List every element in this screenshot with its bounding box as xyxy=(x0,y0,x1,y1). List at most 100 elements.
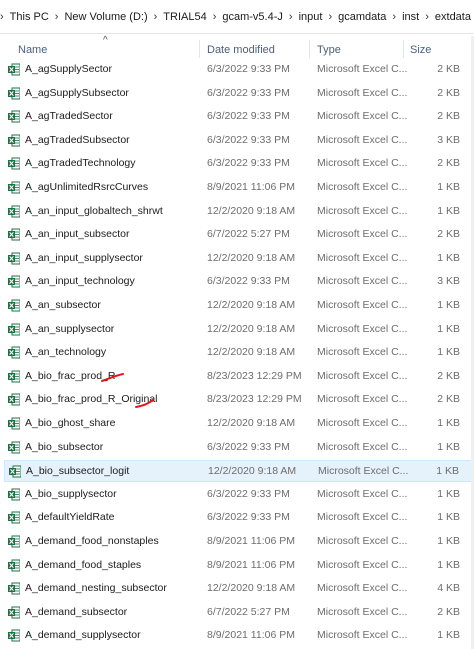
file-name[interactable]: A_agTradedSubsector xyxy=(25,134,130,146)
file-row[interactable]: A_demand_subsector 6/7/2022 5:27 PM Micros… xyxy=(4,602,472,624)
file-size: 2 KB xyxy=(437,369,460,382)
breadcrumb-item[interactable]: New Volume (D:) xyxy=(63,9,148,25)
file-type: Microsoft Excel C... xyxy=(317,535,408,547)
file-date-modified: 12/2/2020 9:18 AM xyxy=(208,465,297,478)
file-type: Microsoft Excel C... xyxy=(318,465,409,478)
chevron-right-icon[interactable]: › xyxy=(149,11,163,23)
file-name[interactable]: A_an_supplysector xyxy=(25,323,114,335)
file-name[interactable]: A_agTradedTechnology xyxy=(25,157,136,169)
red-annotation-mark xyxy=(101,373,124,382)
file-row[interactable]: A_demand_nesting_subsector 12/2/2020 9:18… xyxy=(4,578,472,600)
file-size: 1 KB xyxy=(437,487,460,500)
file-row[interactable]: A_bio_subsector_logit 12/2/2020 9:18 AM Mi… xyxy=(4,460,472,483)
file-size: 1 KB xyxy=(437,629,460,642)
excel-file-icon xyxy=(8,441,20,454)
chevron-right-icon[interactable]: › xyxy=(50,11,64,23)
column-divider[interactable] xyxy=(309,40,310,58)
file-row[interactable]: A_an_input_technology 6/3/2022 9:33 PM Mic… xyxy=(4,271,472,293)
breadcrumb-item[interactable]: gcam-v5.4-J xyxy=(221,9,284,25)
chevron-right-icon[interactable]: › xyxy=(323,11,337,23)
breadcrumb-item[interactable]: inst xyxy=(401,9,420,25)
file-name[interactable]: A_an_input_technology xyxy=(25,275,135,287)
file-row[interactable]: A_bio_frac_prod_R 8/23/2023 12:29 PM Micro… xyxy=(4,366,472,388)
file-date-modified: 6/3/2022 9:33 PM xyxy=(207,275,290,288)
file-date-modified: 8/9/2021 11:06 PM xyxy=(207,558,295,571)
chevron-right-icon[interactable]: › xyxy=(387,11,401,23)
file-row[interactable]: A_demand_food_staples 8/9/2021 11:06 PM Mi… xyxy=(4,555,472,577)
excel-file-icon xyxy=(8,346,20,359)
breadcrumb-item[interactable]: gcamdata xyxy=(337,9,387,25)
file-row[interactable]: A_demand_food_nonstaples 8/9/2021 11:06 P… xyxy=(4,531,472,553)
file-type: Microsoft Excel C... xyxy=(317,228,408,241)
breadcrumb-item[interactable]: This PC xyxy=(9,9,50,25)
file-name[interactable]: A_demand_supplysector xyxy=(25,629,141,641)
file-row[interactable]: A_agTradedSector 6/3/2022 9:33 PM Microsof… xyxy=(4,106,472,128)
file-row[interactable]: A_agTradedSubsector 6/3/2022 9:33 PM Micro… xyxy=(4,130,472,152)
file-row[interactable]: A_an_input_globaltech_shrwt 12/2/2020 9:1… xyxy=(4,201,472,223)
file-name[interactable]: A_demand_nesting_subsector xyxy=(25,582,167,594)
column-divider[interactable] xyxy=(199,40,200,58)
file-name[interactable]: A_bio_supplysector xyxy=(25,488,117,500)
file-date-modified: 12/2/2020 9:18 AM xyxy=(207,299,296,311)
file-name[interactable]: A_an_subsector xyxy=(25,299,101,311)
file-date-modified: 8/9/2021 11:06 PM xyxy=(207,535,295,547)
file-row[interactable]: A_an_subsector 12/2/2020 9:18 AM Microsoft… xyxy=(4,295,472,317)
file-date-modified: 12/2/2020 9:18 AM xyxy=(207,582,296,595)
file-name[interactable]: A_demand_food_nonstaples xyxy=(25,535,159,547)
excel-file-icon xyxy=(8,393,20,406)
file-date-modified: 8/9/2021 11:06 PM xyxy=(207,181,295,193)
file-name[interactable]: A_agSupplySubsector xyxy=(25,87,129,99)
file-size: 2 KB xyxy=(437,393,460,406)
file-row[interactable]: A_defaultYieldRate 6/3/2022 9:33 PM Micros… xyxy=(4,507,472,529)
column-divider[interactable] xyxy=(403,40,404,58)
file-date-modified: 6/7/2022 5:27 PM xyxy=(207,228,290,241)
file-name[interactable]: A_agTradedSector xyxy=(25,110,113,122)
file-name[interactable]: A_bio_subsector xyxy=(25,441,103,453)
file-date-modified: 6/3/2022 9:33 PM xyxy=(207,487,290,500)
excel-file-icon xyxy=(8,110,20,123)
chevron-right-icon[interactable]: › xyxy=(284,11,298,23)
file-size: 1 KB xyxy=(437,440,460,453)
file-type: Microsoft Excel C... xyxy=(317,275,408,288)
file-name[interactable]: A_an_input_subsector xyxy=(25,228,130,240)
chevron-right-icon[interactable]: › xyxy=(0,11,9,23)
file-size: 1 KB xyxy=(437,181,460,193)
file-date-modified: 12/2/2020 9:18 AM xyxy=(207,322,296,335)
file-row[interactable]: A_bio_subsector 6/3/2022 9:33 PM Microsoft… xyxy=(4,437,472,459)
chevron-right-icon[interactable]: › xyxy=(208,11,222,23)
file-name[interactable]: A_agSupplySector xyxy=(25,63,112,75)
file-row[interactable]: A_bio_ghost_share 12/2/2020 9:18 AM Micros… xyxy=(4,413,472,435)
file-name[interactable]: A_bio_ghost_share xyxy=(25,417,116,429)
file-row[interactable]: A_agSupplySubsector 6/3/2022 9:33 PM Micro… xyxy=(4,83,472,105)
file-name[interactable]: A_bio_subsector_logit xyxy=(26,465,129,477)
file-name[interactable]: A_defaultYieldRate xyxy=(25,511,115,523)
file-row[interactable]: A_an_supplysector 12/2/2020 9:18 AM Micros… xyxy=(4,319,472,341)
file-name[interactable]: A_an_input_supplysector xyxy=(25,252,143,264)
excel-file-icon xyxy=(8,629,20,642)
file-row[interactable]: A_an_input_subsector 6/7/2022 5:27 PM Micr… xyxy=(4,224,472,246)
file-name[interactable]: A_an_input_globaltech_shrwt xyxy=(25,205,163,217)
breadcrumb-item[interactable]: TRIAL54 xyxy=(162,9,207,25)
file-row[interactable]: A_bio_frac_prod_R_Original 8/23/2023 12:2… xyxy=(4,389,472,411)
file-name[interactable]: A_an_technology xyxy=(25,346,106,358)
file-row[interactable]: A_an_technology 12/2/2020 9:18 AM Microsof… xyxy=(4,342,472,364)
file-type: Microsoft Excel C... xyxy=(317,157,408,170)
red-annotation-mark xyxy=(135,399,154,408)
breadcrumb-item[interactable]: input xyxy=(298,9,324,25)
file-row[interactable]: A_demand_supplysector 8/9/2021 11:06 PM Mi… xyxy=(4,625,472,647)
file-row[interactable]: A_bio_supplysector 6/3/2022 9:33 PM Micros… xyxy=(4,484,472,506)
file-row[interactable]: A_agUnlimitedRsrcCurves 8/9/2021 11:06 PM… xyxy=(4,177,472,199)
breadcrumb-item[interactable]: extdata xyxy=(434,9,472,25)
file-row[interactable]: A_agSupplySector 6/3/2022 9:33 PM Microsof… xyxy=(4,59,472,81)
file-row[interactable]: A_an_input_supplysector 12/2/2020 9:18 AM… xyxy=(4,248,472,270)
file-name[interactable]: A_demand_subsector xyxy=(25,606,127,618)
chevron-right-icon[interactable]: › xyxy=(420,11,434,23)
file-name[interactable]: A_agUnlimitedRsrcCurves xyxy=(25,181,148,193)
file-row[interactable]: A_agTradedTechnology 6/3/2022 9:33 PM Micr… xyxy=(4,153,472,175)
file-size: 1 KB xyxy=(437,204,460,217)
excel-file-icon xyxy=(8,63,20,76)
file-name[interactable]: A_demand_food_staples xyxy=(25,559,141,571)
file-type: Microsoft Excel C... xyxy=(317,299,408,311)
sort-ascending-icon: ^ xyxy=(103,35,108,46)
file-type: Microsoft Excel C... xyxy=(317,582,408,595)
